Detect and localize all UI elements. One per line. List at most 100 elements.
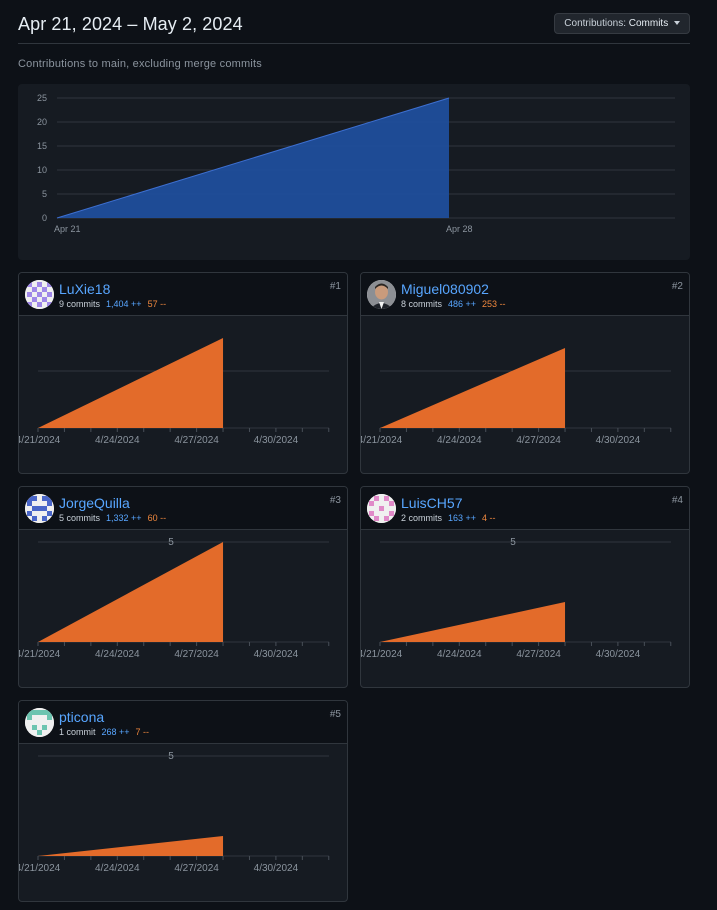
page-header: Apr 21, 2024 – May 2, 2024 Contributions… <box>18 0 690 44</box>
contributor-card-luxie18: LuXie18 9 commits 1,404 ++ 57 -- #1 4/21/2024… <box>18 272 348 474</box>
avatar-cell <box>47 715 52 720</box>
x-tick-label: 4/27/2024 <box>516 435 561 446</box>
x-tick-label: Apr 21 <box>54 224 81 234</box>
x-tick-label: 4/21/2024 <box>19 435 61 446</box>
avatar-cell <box>32 710 37 715</box>
avatar-cell <box>42 516 47 521</box>
avatar-cell <box>32 287 37 292</box>
contributor-username-link[interactable]: Miguel080902 <box>401 281 489 297</box>
avatar-cell <box>42 496 47 501</box>
contributor-username-link[interactable]: LuisCH57 <box>401 495 462 511</box>
commit-count-link[interactable]: 1 commit <box>59 727 96 737</box>
x-tick-label: 4/30/2024 <box>254 435 299 446</box>
commit-count-link[interactable]: 5 commits <box>59 513 100 523</box>
avatar-cell <box>369 501 374 506</box>
avatar-cell <box>47 292 52 297</box>
avatar-cell <box>37 282 42 287</box>
contributor-stats: 9 commits 1,404 ++ 57 -- <box>59 299 166 309</box>
contributor-chart[interactable]: 5 4/21/2024 4/24/2024 4/27/2024 4/30/2024 <box>19 531 348 688</box>
avatar[interactable] <box>367 280 396 309</box>
avatar-image <box>367 280 396 309</box>
commit-count-link[interactable]: 8 commits <box>401 299 442 309</box>
contributions-dropdown[interactable]: Contributions: Commits <box>554 13 690 34</box>
avatar-cell <box>42 297 47 302</box>
avatar-image <box>25 494 54 523</box>
avatar-cell <box>47 501 52 506</box>
additions-count: 1,332 ++ <box>106 513 142 523</box>
date-range-title: Apr 21, 2024 – May 2, 2024 <box>18 14 243 34</box>
contributor-chart[interactable]: 5 4/21/2024 4/24/2024 4/27/2024 4/30/2024 <box>19 745 348 902</box>
dropdown-label: Contributions: <box>564 18 626 29</box>
deletions-count: 4 -- <box>482 513 496 523</box>
avatar-cell <box>369 511 374 516</box>
contributor-card-header: LuisCH57 2 commits 163 ++ 4 -- #4 <box>361 487 689 530</box>
avatar[interactable] <box>367 494 396 523</box>
avatar[interactable] <box>25 494 54 523</box>
avatar-cell <box>379 506 384 511</box>
deletions-count: 57 -- <box>147 299 167 309</box>
avatar[interactable] <box>25 280 54 309</box>
commit-count-link[interactable]: 9 commits <box>59 299 100 309</box>
avatar-image <box>25 708 54 737</box>
y-tick-label: 25 <box>37 93 47 103</box>
contributor-chart[interactable]: 4/21/2024 4/24/2024 4/27/2024 4/30/2024 <box>19 317 348 474</box>
avatar-cell <box>32 297 37 302</box>
x-tick-label: 4/24/2024 <box>95 649 140 660</box>
contributor-username-link[interactable]: pticona <box>59 709 104 725</box>
contributor-chart[interactable]: 4/21/2024 4/24/2024 4/27/2024 4/30/2024 <box>361 317 690 474</box>
y-tick-label: 5 <box>510 537 516 548</box>
x-tick-label: 4/27/2024 <box>516 649 561 660</box>
contributor-chart[interactable]: 5 4/21/2024 4/24/2024 4/27/2024 4/30/2024 <box>361 531 690 688</box>
contributor-card-header: pticona 1 commit 268 ++ 7 -- #5 <box>19 701 347 744</box>
contributor-card-pticona: pticona 1 commit 268 ++ 7 -- #5 5 4/21/2024 4/2… <box>18 700 348 902</box>
x-tick-label: 4/21/2024 <box>361 649 403 660</box>
x-tick-label: 4/30/2024 <box>596 435 641 446</box>
avatar-cell <box>384 496 389 501</box>
contributor-stats: 1 commit 268 ++ 7 -- <box>59 727 149 737</box>
avatar-cell <box>47 511 52 516</box>
commits-over-time-chart[interactable]: 0 5 10 15 20 25 Apr 21 Apr 28 <box>18 84 690 260</box>
avatar-cell <box>47 282 52 287</box>
x-tick-label: 4/21/2024 <box>361 435 403 446</box>
x-tick-label: 4/30/2024 <box>254 649 299 660</box>
y-tick-label: 5 <box>42 189 47 199</box>
caret-down-icon <box>674 21 680 25</box>
contributor-username-link[interactable]: JorgeQuilla <box>59 495 130 511</box>
x-tick-label: 4/30/2024 <box>254 863 299 874</box>
avatar-cell <box>37 302 42 307</box>
avatar-cell <box>27 511 32 516</box>
contributor-card-jorgequilla: JorgeQuilla 5 commits 1,332 ++ 60 -- #3 5 4/21… <box>18 486 348 688</box>
x-tick-label: 4/27/2024 <box>174 863 219 874</box>
additions-count: 486 ++ <box>448 299 477 309</box>
avatar-cell <box>389 501 394 506</box>
avatar-cell <box>47 710 52 715</box>
x-tick-label: 4/24/2024 <box>437 649 482 660</box>
avatar-cell <box>27 496 32 501</box>
contributions-area <box>38 542 224 642</box>
avatar-cell <box>389 511 394 516</box>
contributor-username-link[interactable]: LuXie18 <box>59 281 110 297</box>
commit-count-link[interactable]: 2 commits <box>401 513 442 523</box>
avatar-cell <box>27 715 32 720</box>
contributor-rank: #3 <box>329 495 341 506</box>
x-tick-label: 4/27/2024 <box>174 435 219 446</box>
avatar[interactable] <box>25 708 54 737</box>
additions-count: 1,404 ++ <box>106 299 142 309</box>
contributor-card-miguel080902: Miguel080902 8 commits 486 ++ 253 -- #2 4/21/… <box>360 272 690 474</box>
avatar-cell <box>42 506 47 511</box>
additions-count: 163 ++ <box>448 513 477 523</box>
contributor-card-header: Miguel080902 8 commits 486 ++ 253 -- #2 <box>361 273 689 316</box>
y-tick-label: 15 <box>37 141 47 151</box>
chart-subtitle: Contributions to main, excluding merge c… <box>18 58 262 70</box>
avatar-cell <box>374 496 379 501</box>
x-tick-label: 4/24/2024 <box>95 863 140 874</box>
x-tick-label: 4/24/2024 <box>437 435 482 446</box>
contributor-card-header: LuXie18 9 commits 1,404 ++ 57 -- #1 <box>19 273 347 316</box>
contributor-rank: #2 <box>671 281 683 292</box>
avatar-cell <box>37 710 42 715</box>
y-tick-label: 20 <box>37 117 47 127</box>
additions-count: 268 ++ <box>101 727 130 737</box>
avatar-cell <box>47 302 52 307</box>
contributor-rank: #1 <box>329 281 341 292</box>
contributions-area <box>38 836 224 856</box>
